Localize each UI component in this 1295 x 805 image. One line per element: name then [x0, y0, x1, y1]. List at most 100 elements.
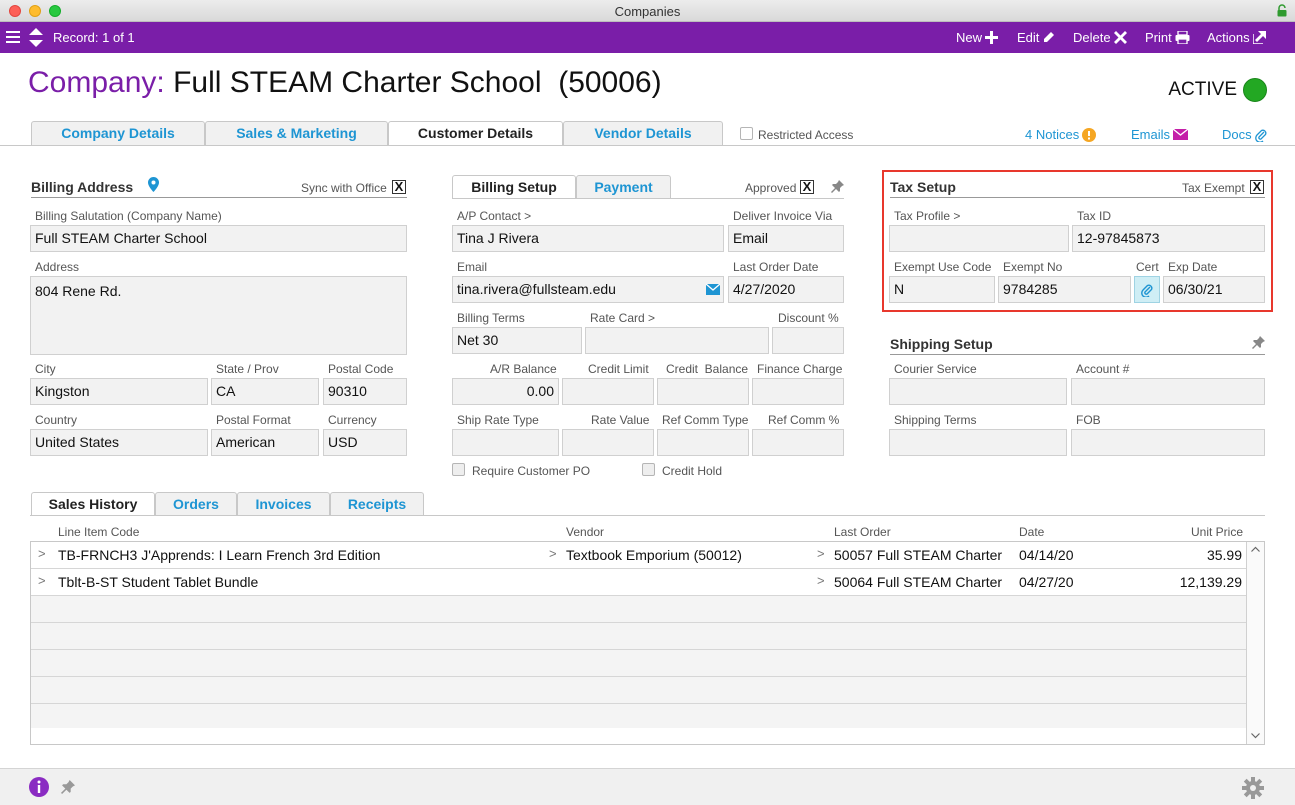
tax-profile-field[interactable]	[889, 225, 1069, 252]
new-button[interactable]: New	[956, 30, 999, 45]
lock-icon[interactable]	[1277, 4, 1287, 17]
rate-value-field[interactable]	[562, 429, 654, 456]
require-po-checkbox[interactable]	[452, 463, 465, 476]
courier-service-field[interactable]	[889, 378, 1067, 405]
shipping-terms-field[interactable]	[889, 429, 1067, 456]
tab-receipts[interactable]: Receipts	[330, 492, 424, 516]
status-indicator-icon	[1243, 78, 1267, 102]
menu-icon[interactable]	[6, 31, 20, 43]
salutation-field[interactable]: Full STEAM Charter School	[30, 225, 407, 252]
deliver-invoice-field[interactable]: Email	[728, 225, 844, 252]
record-navigator-icon[interactable]	[29, 28, 43, 47]
postal-format-field[interactable]: American	[211, 429, 319, 456]
emails-link[interactable]: Emails	[1131, 127, 1189, 142]
map-pin-icon[interactable]	[148, 177, 159, 192]
credit-hold-checkbox[interactable]	[642, 463, 655, 476]
col-line-item-code[interactable]: Line Item Code	[58, 525, 139, 539]
col-last-order[interactable]: Last Order	[834, 525, 891, 539]
tab-sales-history[interactable]: Sales History	[31, 492, 155, 516]
actions-button[interactable]: Actions	[1207, 30, 1266, 45]
col-date[interactable]: Date	[1019, 525, 1044, 539]
tab-invoices[interactable]: Invoices	[237, 492, 330, 516]
billing-address-title: Billing Address	[31, 179, 134, 195]
tax-exempt-checkbox[interactable]: X	[1250, 180, 1264, 194]
tab-vendor-details[interactable]: Vendor Details	[563, 121, 723, 145]
tab-sales-marketing[interactable]: Sales & Marketing	[205, 121, 388, 145]
ref-comm-type-field[interactable]	[657, 429, 749, 456]
scroll-down-icon[interactable]	[1251, 733, 1260, 739]
edit-label: Edit	[1017, 30, 1040, 45]
edit-button[interactable]: Edit	[1017, 30, 1055, 45]
pin-icon[interactable]	[1252, 336, 1265, 349]
info-icon[interactable]	[29, 777, 49, 797]
print-button[interactable]: Print	[1145, 30, 1190, 45]
tab-company-details[interactable]: Company Details	[31, 121, 205, 145]
rate-card-field[interactable]	[585, 327, 769, 354]
rate-card-label[interactable]: Rate Card >	[590, 311, 655, 325]
tax-setup-title: Tax Setup	[890, 179, 956, 195]
window-title: Companies	[614, 4, 681, 19]
address-field[interactable]: 804 Rene Rd.	[30, 276, 407, 355]
city-field[interactable]: Kingston	[30, 378, 208, 405]
scroll-up-icon[interactable]	[1251, 546, 1260, 552]
tax-id-field[interactable]: 12-97845873	[1072, 225, 1265, 252]
grid-scrollbar[interactable]	[1246, 542, 1264, 744]
discount-field[interactable]	[772, 327, 844, 354]
tax-exempt-label: Tax Exempt	[1182, 181, 1245, 195]
empty-row	[31, 704, 1247, 728]
fob-field[interactable]	[1071, 429, 1265, 456]
pin-icon[interactable]	[61, 780, 75, 794]
row-expand-icon[interactable]: >	[38, 573, 46, 588]
restricted-access-checkbox[interactable]	[740, 127, 753, 140]
cert-attach-button[interactable]	[1134, 276, 1160, 303]
currency-field[interactable]: USD	[323, 429, 407, 456]
tab-payment[interactable]: Payment	[576, 175, 671, 199]
actions-label: Actions	[1207, 30, 1250, 45]
exempt-no-field[interactable]: 9784285	[998, 276, 1131, 303]
exp-date-field[interactable]: 06/30/21	[1163, 276, 1265, 303]
tab-billing-setup[interactable]: Billing Setup	[452, 175, 576, 199]
billing-terms-field[interactable]: Net 30	[452, 327, 582, 354]
tax-profile-label[interactable]: Tax Profile >	[894, 209, 960, 223]
ship-rate-type-field[interactable]	[452, 429, 559, 456]
pencil-icon	[1044, 32, 1055, 42]
row-last-order: 50064 Full STEAM Charter	[834, 574, 1003, 590]
postal-code-field[interactable]: 90310	[323, 378, 407, 405]
sync-with-office-checkbox[interactable]: X	[392, 180, 406, 194]
printer-icon	[1175, 31, 1190, 44]
window-titlebar: Companies	[0, 0, 1295, 22]
rate-value-label: Rate Value	[591, 413, 650, 427]
finance-charge-field[interactable]	[752, 378, 844, 405]
email-field[interactable]: tina.rivera@fullsteam.edu	[452, 276, 724, 303]
approved-checkbox[interactable]: X	[800, 180, 814, 194]
credit-limit-field[interactable]	[562, 378, 654, 405]
table-row[interactable]: > TB-FRNCH3 J'Apprends: I Learn French 3…	[31, 542, 1247, 569]
table-row[interactable]: > Tblt-B-ST Student Tablet Bundle > 5006…	[31, 569, 1247, 596]
order-link-icon[interactable]: >	[817, 573, 825, 588]
pin-icon[interactable]	[831, 180, 844, 193]
col-vendor[interactable]: Vendor	[566, 525, 604, 539]
row-line-item-code: TB-FRNCH3 J'Apprends: I Learn French 3rd…	[58, 547, 381, 563]
row-expand-icon[interactable]: >	[38, 546, 46, 561]
ref-comm-pct-field[interactable]	[752, 429, 844, 456]
postal-format-label: Postal Format	[216, 413, 291, 427]
account-field[interactable]	[1071, 378, 1265, 405]
send-email-icon[interactable]	[706, 284, 720, 295]
last-order-date-label: Last Order Date	[733, 260, 819, 274]
notices-link[interactable]: 4 Notices	[1025, 127, 1097, 142]
exempt-use-code-field[interactable]: N	[889, 276, 995, 303]
ap-contact-label[interactable]: A/P Contact >	[457, 209, 531, 223]
state-field[interactable]: CA	[211, 378, 319, 405]
vendor-link-icon[interactable]: >	[549, 546, 557, 561]
tab-customer-details[interactable]: Customer Details	[388, 121, 563, 146]
delete-button[interactable]: Delete	[1073, 30, 1127, 45]
tab-orders[interactable]: Orders	[155, 492, 237, 516]
docs-link[interactable]: Docs	[1222, 127, 1267, 142]
order-link-icon[interactable]: >	[817, 546, 825, 561]
col-unit-price[interactable]: Unit Price	[1191, 525, 1243, 539]
ap-contact-field[interactable]: Tina J Rivera	[452, 225, 724, 252]
country-field[interactable]: United States	[30, 429, 208, 456]
credit-limit-label: Credit Limit	[588, 362, 649, 376]
warning-icon	[1082, 127, 1097, 142]
gear-icon[interactable]	[1242, 777, 1264, 799]
